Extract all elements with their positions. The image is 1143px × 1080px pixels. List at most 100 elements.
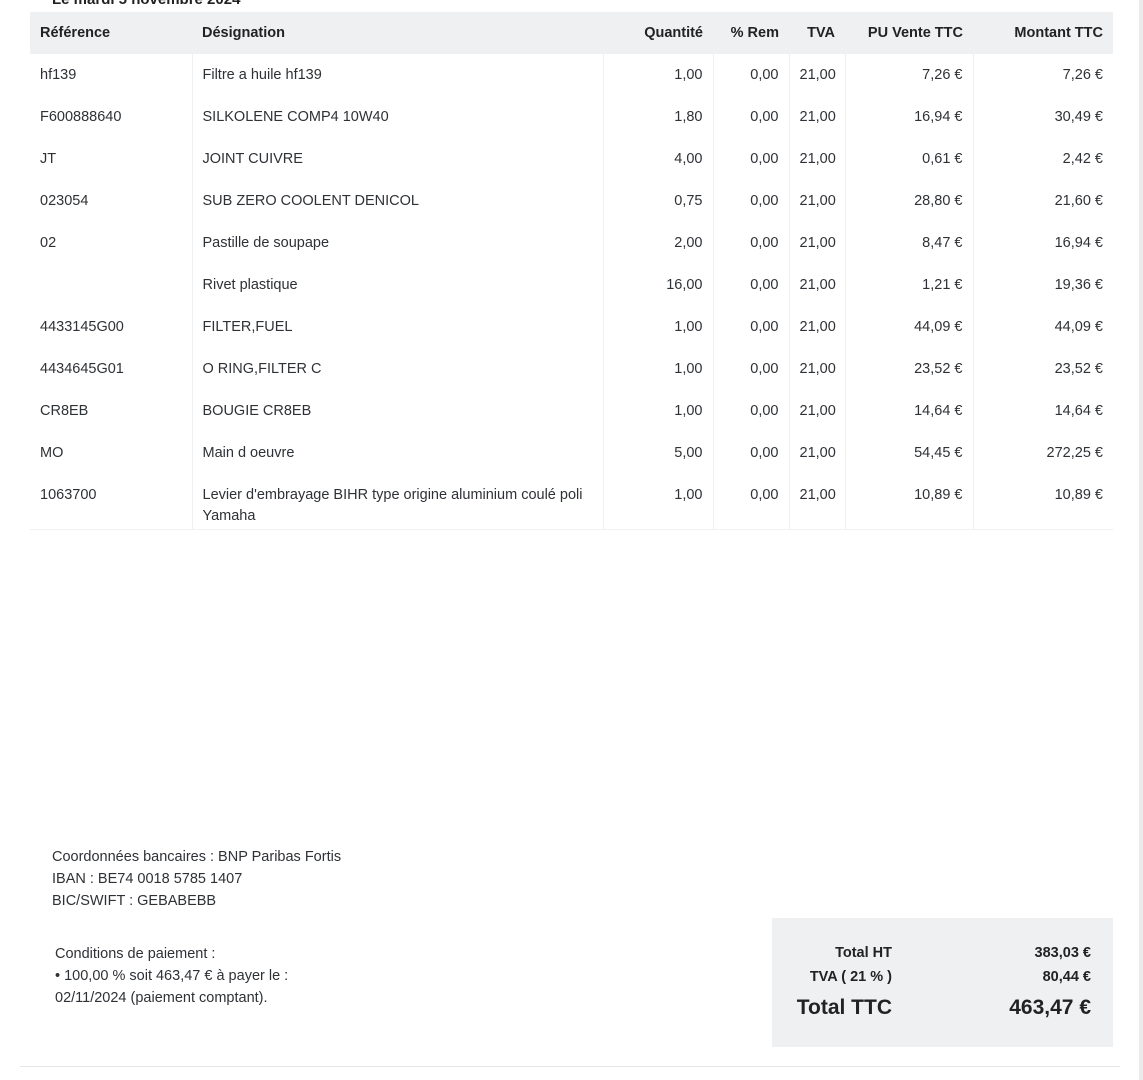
cell-montant: 2,42 €: [972, 138, 1113, 180]
footer-divider: [20, 1066, 1120, 1067]
cell-quantite: 1,00: [602, 390, 713, 432]
cell-reference: 4433145G00: [40, 319, 124, 335]
cell-reference: 4434645G01: [40, 361, 124, 377]
cell-designation: O RING,FILTER C: [191, 348, 603, 390]
cell-designation: Main d oeuvre: [191, 432, 603, 474]
cell-tva: 21,00: [788, 432, 845, 474]
cell-remise: 0,00: [712, 180, 789, 222]
cell-pu-vente: 10,89 €: [844, 474, 973, 530]
table-row: F600888640 SILKOLENE COMP4 10W40 1,80 0,00 2…: [30, 96, 1113, 138]
table-header-row: Référence Désignation Quantité % Rem TVA…: [30, 12, 1113, 54]
cell-reference: CR8EB: [40, 403, 89, 419]
cell-tva: 21,00: [788, 138, 845, 180]
table-row: CR8EB BOUGIE CR8EB 1,00 0,00 21,00 14,64 €14,…: [30, 390, 1113, 432]
cell-reference: MO: [40, 445, 64, 461]
total-ht-value: 383,03 €: [1034, 945, 1091, 961]
table-row: MO Main d oeuvre 5,00 0,00 21,00 54,45 €272,2…: [30, 432, 1113, 474]
cell-remise: 0,00: [712, 222, 789, 264]
cell-pu-vente: 44,09 €: [844, 306, 973, 348]
cell-designation: SUB ZERO COOLENT DENICOL: [191, 180, 603, 222]
cell-montant: 23,52 €: [972, 348, 1113, 390]
cell-montant: 14,64 €: [972, 390, 1113, 432]
cell-designation: SILKOLENE COMP4 10W40: [191, 96, 603, 138]
table-row: JT JOINT CUIVRE 4,00 0,00 21,00 0,61 €2,42 €: [30, 138, 1113, 180]
cell-pu-vente: 14,64 €: [844, 390, 973, 432]
cell-pu-vente: 7,26 €: [844, 54, 973, 96]
cell-quantite: 2,00: [602, 222, 713, 264]
cell-montant: 272,25 €: [972, 432, 1113, 474]
bank-name: Coordonnées bancaires : BNP Paribas Fort…: [52, 849, 342, 865]
cell-montant: 10,89 €: [972, 474, 1113, 530]
table-row: hf139 Filtre a huile hf139 1,00 0,00 21,00 7,…: [30, 54, 1113, 96]
bank-details: Coordonnées bancaires : BNP Paribas Fort…: [52, 846, 341, 912]
table-row: 4433145G00 FILTER,FUEL 1,00 0,00 21,00 44,09 …: [30, 306, 1113, 348]
cell-designation: BOUGIE CR8EB: [191, 390, 603, 432]
cell-designation: Rivet plastique: [191, 264, 603, 306]
cell-quantite: 1,00: [602, 348, 713, 390]
cell-pu-vente: 16,94 €: [844, 96, 973, 138]
conditions-date: 02/11/2024 (paiement comptant).: [55, 990, 268, 1006]
header-remise: % Rem: [713, 12, 789, 54]
table-row: 4434645G01 O RING,FILTER C 1,00 0,00 21,00 23…: [30, 348, 1113, 390]
items-table: Référence Désignation Quantité % Rem TVA…: [30, 12, 1113, 530]
payment-conditions: Conditions de paiement : • 100,00 % soit…: [55, 943, 355, 1009]
header-reference: Référence: [30, 12, 192, 54]
cell-montant: 21,60 €: [972, 180, 1113, 222]
cell-tva: 21,00: [788, 474, 845, 530]
cell-remise: 0,00: [712, 432, 789, 474]
header-montant: Montant TTC: [973, 12, 1113, 54]
cell-reference: JT: [40, 151, 57, 167]
cell-montant: 30,49 €: [972, 96, 1113, 138]
total-ttc-value: 463,47 €: [1009, 996, 1091, 1019]
cell-quantite: 1,00: [602, 306, 713, 348]
cell-reference: 1063700: [30, 474, 192, 530]
cell-remise: 0,00: [712, 96, 789, 138]
header-tva: TVA: [789, 12, 845, 54]
cell-remise: 0,00: [712, 138, 789, 180]
cell-quantite: 4,00: [602, 138, 713, 180]
cell-pu-vente: 1,21 €: [844, 264, 973, 306]
document-date: Le mardi 5 novembre 2024: [52, 0, 240, 8]
cell-tva: 21,00: [788, 390, 845, 432]
cell-reference: hf139: [40, 67, 77, 83]
cell-quantite: 5,00: [602, 432, 713, 474]
cell-designation: Levier d'embrayage BIHR type origine alu…: [191, 474, 603, 530]
cell-remise: 0,00: [712, 474, 789, 530]
cell-designation: Pastille de soupape: [191, 222, 603, 264]
cell-quantite: 1,00: [602, 474, 713, 530]
cell-quantite: 1,80: [602, 96, 713, 138]
tva-value: 80,44 €: [1042, 969, 1091, 985]
cell-reference: 023054: [40, 193, 89, 209]
header-designation: Désignation: [192, 12, 603, 54]
totals-box: Total HT 383,03 € TVA ( 21 % ) 80,44 € T…: [772, 918, 1113, 1047]
page-edge: [1139, 0, 1143, 1080]
cell-pu-vente: 28,80 €: [844, 180, 973, 222]
table-row: 023054 SUB ZERO COOLENT DENICOL 0,75 0,00 21…: [30, 180, 1113, 222]
cell-montant: 16,94 €: [972, 222, 1113, 264]
table-row: Rivet plastique 16,00 0,00 21,00 1,21 €19,36…: [30, 264, 1113, 306]
conditions-title: Conditions de paiement :: [55, 946, 216, 962]
cell-designation: JOINT CUIVRE: [191, 138, 603, 180]
header-pu-vente: PU Vente TTC: [845, 12, 973, 54]
cell-quantite: 1,00: [602, 54, 713, 96]
cell-tva: 21,00: [788, 306, 845, 348]
cell-pu-vente: 8,47 €: [844, 222, 973, 264]
cell-montant: 7,26 €: [972, 54, 1113, 96]
total-ht-label: Total HT: [835, 945, 892, 961]
cell-tva: 21,00: [788, 180, 845, 222]
cell-tva: 21,00: [788, 96, 845, 138]
cell-pu-vente: 54,45 €: [844, 432, 973, 474]
conditions-line: • 100,00 % soit 463,47 € à payer le :: [55, 968, 289, 984]
cell-quantite: 0,75: [602, 180, 713, 222]
total-ttc-label: Total TTC: [796, 996, 892, 1019]
cell-quantite: 16,00: [602, 264, 713, 306]
cell-montant: 19,36 €: [972, 264, 1113, 306]
table-row: 02 Pastille de soupape 2,00 0,00 21,00 8,47 €…: [30, 222, 1113, 264]
cell-remise: 0,00: [712, 390, 789, 432]
bank-bic: BIC/SWIFT : GEBABEBB: [52, 893, 217, 909]
cell-tva: 21,00: [788, 222, 845, 264]
invoice-page: Le mardi 5 novembre 2024 Référence Désig…: [0, 0, 1143, 1080]
cell-remise: 0,00: [712, 348, 789, 390]
table-row: 1063700 Levier d'embrayage BIHR type orig…: [30, 474, 1113, 530]
header-quantite: Quantité: [603, 12, 713, 54]
